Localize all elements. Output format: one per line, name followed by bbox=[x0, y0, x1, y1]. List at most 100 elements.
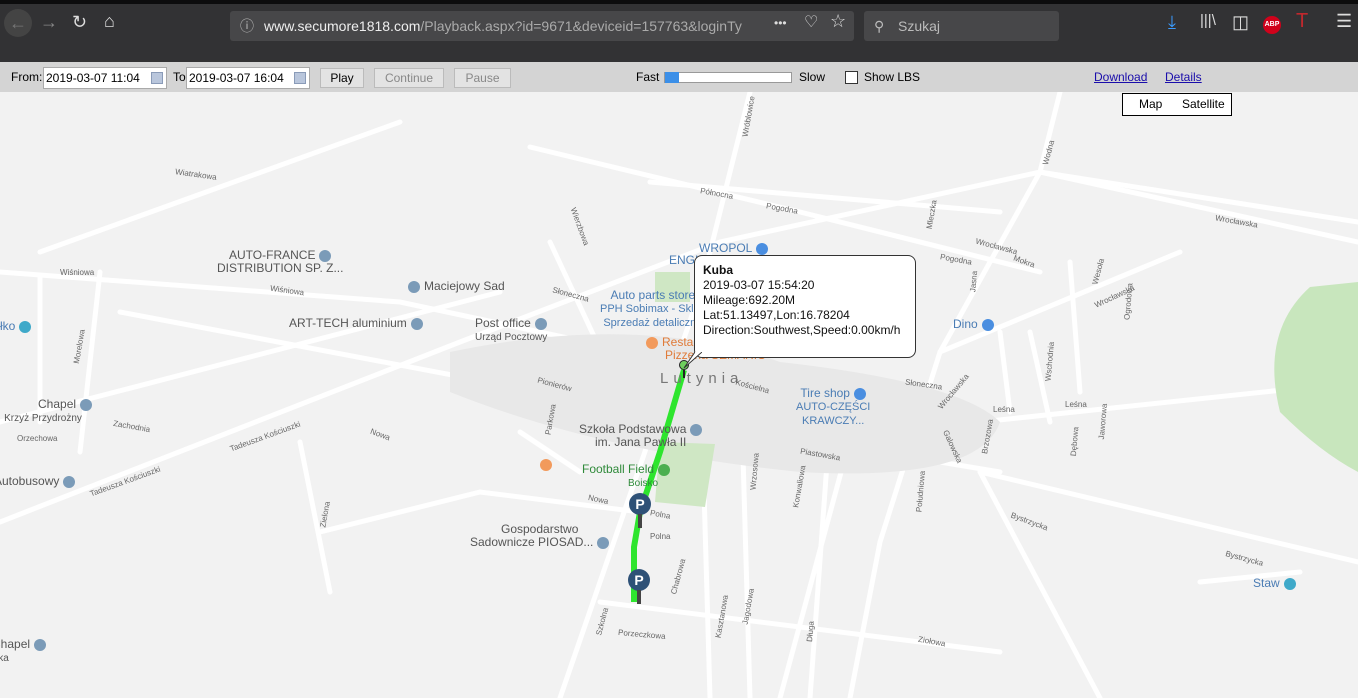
browser-navbar: ← → ↻ ⌂ ⓘ www.secumore1818.com/Playback.… bbox=[0, 4, 1358, 62]
poi-chapel[interactable]: Chapel Krzyż Przydrożny bbox=[0, 397, 93, 425]
poi-auto-france[interactable]: AUTO-FRANCE DISTRIBUTION SP. Z... bbox=[217, 249, 343, 275]
location-pin-icon bbox=[63, 475, 76, 488]
map-type-satellite-button[interactable]: Satellite bbox=[1182, 94, 1225, 115]
library-icon[interactable]: |||\ bbox=[1200, 12, 1216, 29]
poi-label: Sadownicze PIOSAD... bbox=[470, 535, 594, 549]
to-date-input[interactable]: 2019-03-07 16:04 bbox=[186, 67, 310, 89]
poi-staw[interactable]: Staw bbox=[1253, 577, 1296, 590]
adblock-icon[interactable]: ABP bbox=[1263, 16, 1281, 34]
street-label: Jasna bbox=[968, 270, 980, 293]
pause-button[interactable]: Pause bbox=[454, 68, 511, 88]
shop-icon bbox=[853, 387, 866, 400]
home-icon[interactable]: ⌂ bbox=[104, 11, 115, 32]
poi-label: Maciejowy Sad bbox=[424, 279, 505, 293]
reload-icon[interactable]: ↻ bbox=[72, 12, 87, 33]
url-bar[interactable]: ⓘ www.secumore1818.com/Playback.aspx?id=… bbox=[230, 11, 854, 41]
restaurant-icon bbox=[540, 459, 552, 471]
poi-left-edge[interactable]: Ełko bbox=[0, 319, 32, 333]
show-lbs-checkbox[interactable] bbox=[845, 71, 858, 84]
post-icon bbox=[534, 317, 547, 330]
street-label: Orzechowa bbox=[17, 434, 58, 443]
poi-label: Chapel bbox=[38, 397, 77, 411]
park-icon bbox=[658, 463, 671, 476]
poi-label: WROPOL bbox=[699, 241, 753, 255]
details-link[interactable]: Details bbox=[1165, 62, 1202, 92]
street-label: Wiśniowa bbox=[60, 268, 95, 277]
location-pin-icon bbox=[410, 317, 423, 330]
map-type-map-button[interactable]: Map bbox=[1139, 94, 1162, 115]
parking-marker-post bbox=[637, 590, 641, 604]
speed-slider-handle[interactable] bbox=[665, 72, 679, 83]
speed-slider[interactable] bbox=[664, 72, 792, 83]
fast-label: Fast bbox=[636, 70, 660, 84]
church-icon bbox=[34, 638, 47, 651]
poi-label: AUTO-CZĘŚCI bbox=[796, 401, 871, 413]
parking-marker[interactable]: P bbox=[629, 493, 651, 515]
search-placeholder: Szukaj bbox=[898, 18, 941, 34]
poi-school[interactable]: Szkoła Podstawowa im. Jana Pawła II bbox=[579, 422, 703, 449]
poi-post-office[interactable]: Post office Urząd Pocztowy bbox=[475, 317, 547, 344]
poi-label: Kapliczka bbox=[0, 653, 9, 664]
poi-label: AUTO-FRANCE bbox=[229, 248, 316, 262]
playback-toolbar: From: 2019-03-07 11:04 To 2019-03-07 16:… bbox=[0, 62, 1358, 92]
search-input[interactable]: ⚲ Szukaj bbox=[864, 11, 1059, 41]
water-icon bbox=[19, 320, 32, 333]
popup-latlon: Lat:51.13497,Lon:16.78204 bbox=[703, 308, 850, 322]
poi-label: DISTRIBUTION SP. Z... bbox=[217, 261, 344, 275]
menu-icon[interactable]: ☰ bbox=[1336, 11, 1352, 32]
device-name: Kuba bbox=[703, 263, 733, 277]
poi-label: Football Field bbox=[582, 462, 655, 476]
poi-chapel-2[interactable]: Chapel Kapliczka bbox=[0, 637, 47, 665]
download-link[interactable]: Download bbox=[1094, 62, 1147, 92]
url-domain: www.secumore1818.com bbox=[264, 18, 421, 34]
back-icon[interactable]: ← bbox=[4, 9, 32, 37]
poi-label: ART-TECH aluminium bbox=[289, 316, 407, 330]
poi-maciejowy-sad[interactable]: Maciejowy Sad bbox=[408, 280, 505, 293]
poi-label: Tire shop bbox=[800, 386, 850, 400]
poi-label: PPH Sobimax - Sklep bbox=[600, 303, 706, 315]
poi-auto-parts[interactable]: Auto parts store PPH Sobimax - Sklep Sprze… bbox=[600, 289, 706, 330]
poi-label: Chapel bbox=[0, 637, 31, 651]
street-label: Leśna bbox=[1065, 400, 1087, 409]
poi-dino[interactable]: Dino bbox=[953, 318, 994, 331]
calendar-icon[interactable] bbox=[294, 72, 306, 84]
parking-marker-post bbox=[638, 514, 642, 528]
poi-label: Gospodarstwo bbox=[501, 522, 579, 536]
poi-label: Autobusowy bbox=[0, 474, 60, 488]
poi-art-tech[interactable]: ART-TECH aluminium bbox=[289, 317, 423, 330]
sidebar-icon[interactable]: ◫ bbox=[1232, 12, 1249, 33]
download-icon[interactable]: ⤓ bbox=[1168, 12, 1176, 33]
play-button[interactable]: Play bbox=[320, 68, 364, 88]
road-network bbox=[0, 92, 1358, 698]
calendar-icon[interactable] bbox=[151, 72, 163, 84]
town-label: Lutynia bbox=[660, 370, 744, 387]
poi-label: Dino bbox=[953, 317, 978, 331]
poi-label: Ełko bbox=[0, 319, 16, 333]
continue-button[interactable]: Continue bbox=[374, 68, 444, 88]
search-icon: ⚲ bbox=[874, 18, 885, 34]
poi-bus-stop[interactable]: Autobusowy bbox=[0, 474, 76, 488]
parking-marker[interactable]: P bbox=[628, 569, 650, 591]
vehicle-info-popup: Kuba 2019-03-07 15:54:20 Mileage:692.20M… bbox=[694, 255, 916, 358]
poi-football-field[interactable]: Football Field Boisko bbox=[582, 462, 671, 490]
to-date-value: 2019-03-07 16:04 bbox=[189, 71, 284, 85]
street-label: Długa bbox=[805, 620, 816, 643]
poi-label: Post office bbox=[475, 316, 531, 330]
to-label: To bbox=[173, 70, 186, 84]
map-canvas[interactable]: Map Satellite Lutynia AUTO-FRANCE DISTRIB… bbox=[0, 92, 1358, 698]
poi-label: Sprzedaż detaliczna bbox=[603, 317, 703, 329]
pocket-icon[interactable]: ♡ bbox=[804, 12, 818, 32]
url-path: /Playback.aspx?id=9671&deviceid=157763&l… bbox=[420, 18, 742, 34]
poi-piosad[interactable]: Gospodarstwo Sadownicze PIOSAD... bbox=[470, 522, 610, 549]
from-date-input[interactable]: 2019-03-07 11:04 bbox=[43, 67, 167, 89]
bookmark-star-icon[interactable]: ☆ bbox=[830, 11, 846, 32]
forward-icon[interactable]: → bbox=[40, 12, 58, 33]
poi-wropol[interactable]: WROPOL bbox=[699, 241, 769, 255]
more-icon[interactable]: ••• bbox=[774, 16, 787, 30]
poi-label: Auto parts store bbox=[610, 288, 696, 302]
poi-label: Boisko bbox=[628, 478, 659, 489]
poi-tire-shop[interactable]: Tire shop AUTO-CZĘŚCI KRAWCZY... bbox=[796, 387, 870, 428]
from-date-value: 2019-03-07 11:04 bbox=[46, 71, 140, 85]
extension-t-icon[interactable]: T bbox=[1296, 10, 1308, 33]
poi-label: Szkoła Podstawowa bbox=[579, 422, 687, 436]
